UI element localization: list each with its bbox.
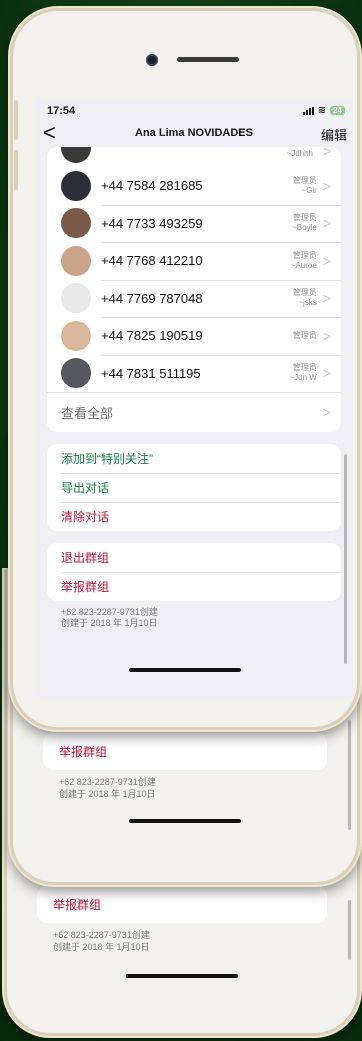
member-phone: +44 7825 190519 [101, 328, 203, 344]
member-role: 管理员 ~Boyle [292, 213, 317, 233]
chevron-right-icon: > [322, 290, 331, 307]
role-label: 管理员 [292, 330, 317, 340]
phone-front: 17:54 ≋ 24 < Ana Lima NOVIDADES 编辑 ~Jdhh… [10, 8, 360, 730]
side-button [14, 100, 18, 140]
chevron-right-icon: > [322, 404, 331, 420]
actions-card-1: 添加到“特别关注” 导出对话 清除对话 [47, 444, 341, 531]
member-row[interactable]: +44 7584 281685 管理员 ~Gir > [47, 167, 341, 205]
member-phone: +44 7768 412210 [101, 253, 203, 269]
echo-3-created-on: 创建于 2018 年 1月10日 [53, 942, 150, 952]
echo-3-home-indicator [126, 974, 238, 978]
member-phone: +44 7769 787048 [101, 290, 203, 306]
member-name: ~Boyle [292, 223, 317, 233]
echo-3-creator: +62 823-2287-9731创建 [53, 930, 150, 940]
avatar [61, 208, 91, 239]
edit-button[interactable]: 编辑 [321, 125, 347, 144]
echo-2-report-button[interactable]: 举报群组 [43, 733, 327, 770]
action-button[interactable]: 举报群组 [47, 572, 341, 601]
member-name: ~Jun W [289, 373, 317, 383]
avatar [61, 283, 91, 314]
echo-3-report-label: 举报群组 [53, 898, 102, 912]
nav-bar: < Ana Lima NOVIDADES 编辑 [35, 121, 353, 147]
role-label: 管理员 [292, 175, 317, 185]
battery-icon: 24 [330, 106, 345, 115]
created-on-text: 创建于 2018 年 1月10日 [61, 618, 158, 628]
echo-2-scrollbar [348, 720, 351, 830]
echo-3-scrollbar [348, 900, 351, 960]
echo-2-creator: +62 823-2287-9731创建 [59, 777, 156, 787]
phone-bezel [13, 11, 357, 99]
echo-2-home-indicator [129, 819, 241, 823]
avatar [61, 320, 91, 351]
echo-2-report-label: 举报群组 [59, 745, 108, 759]
echo-2-footer: +62 823-2287-9731创建 创建于 2018 年 1月10日 [43, 776, 327, 800]
member-row[interactable]: +44 7768 412210 管理员 ~Auroe > [47, 242, 341, 280]
home-indicator [129, 668, 241, 672]
action-button[interactable]: 添加到“特别关注” [47, 444, 341, 473]
creator-text: +62 823-2287-9731创建 [61, 607, 158, 617]
member-role: 管理员 ~jsks [293, 288, 317, 308]
role-label: 管理员 [292, 250, 317, 260]
member-list: +44 7584 281685 管理员 ~Gir > +44 7733 493259 管理… [47, 167, 341, 392]
member-row[interactable]: +44 7825 190519 管理员 > [47, 317, 341, 355]
role-label: 管理员 [292, 288, 317, 298]
echo-2-created-on: 创建于 2018 年 1月10日 [59, 789, 156, 799]
screen: 17:54 ≋ 24 < Ana Lima NOVIDADES 编辑 ~Jdhh… [35, 99, 353, 699]
see-all-button[interactable]: 查看全部 > [47, 392, 341, 432]
member-role: 管理员 ~Gir [293, 176, 317, 196]
echo-3-footer: +62 823-2287-9731创建 创建于 2018 年 1月10日 [37, 929, 327, 953]
status-icons: ≋ 24 [302, 105, 345, 116]
chevron-right-icon: > [322, 215, 331, 232]
actions-card-2: 退出群组 举报群组 [47, 543, 341, 601]
avatar [61, 147, 91, 163]
role-label: 管理员 [292, 213, 317, 223]
group-info-footer: +62 823-2287-9731创建 创建于 2018 年 1月10日 [35, 607, 353, 629]
member-role: 管理员 [293, 331, 317, 341]
member-row[interactable]: +44 7769 787048 管理员 ~jsks > [47, 279, 341, 318]
echo-2-content: 举报群组 +62 823-2287-9731创建 创建于 2018 年 1月10… [43, 733, 327, 800]
action-button[interactable]: 清除对话 [47, 502, 341, 531]
member-row[interactable]: +44 7733 493259 管理员 ~Boyle > [47, 204, 341, 243]
avatar [61, 358, 91, 389]
member-phone: +44 7733 493259 [101, 215, 203, 231]
chevron-right-icon: > [322, 177, 331, 194]
members-card: ~Jdhhh > +44 7584 281685 管理员 ~Gir > +44 7733… [47, 147, 341, 432]
wifi-icon: ≋ [317, 105, 327, 116]
role-label: 管理员 [292, 363, 317, 373]
scrollbar[interactable] [344, 454, 347, 664]
chevron-right-icon: > [322, 365, 331, 382]
member-phone: +44 7831 511195 [101, 365, 201, 381]
echo-3-report-button[interactable]: 举报群组 [37, 886, 327, 923]
earpiece-speaker [177, 57, 239, 62]
side-button [14, 150, 18, 190]
action-button[interactable]: 导出对话 [47, 473, 341, 502]
action-button[interactable]: 退出群组 [47, 543, 341, 572]
signal-icon [302, 106, 314, 115]
avatar [61, 170, 91, 201]
member-name: ~Auroe [290, 260, 317, 270]
echo-3-content: 举报群组 +62 823-2287-9731创建 创建于 2018 年 1月10… [37, 886, 327, 953]
member-name: ~Jdhhh [286, 149, 313, 158]
member-row-partial[interactable]: ~Jdhhh > [47, 147, 341, 167]
front-camera-icon [146, 54, 158, 66]
chevron-right-icon: > [322, 327, 331, 344]
see-all-label: 查看全部 [61, 405, 114, 421]
avatar [61, 245, 91, 276]
member-phone: +44 7584 281685 [101, 178, 203, 194]
chevron-right-icon: > [322, 147, 331, 159]
member-name: ~Gir [301, 185, 317, 195]
member-name: ~jsks [298, 298, 317, 308]
chevron-right-icon: > [322, 252, 331, 269]
status-bar: 17:54 ≋ 24 [35, 99, 353, 121]
status-time: 17:54 [47, 105, 76, 117]
member-row[interactable]: +44 7831 511195 管理员 ~Jun W > [47, 354, 341, 393]
member-role: 管理员 ~Auroe [291, 251, 317, 271]
page-title: Ana Lima NOVIDADES [135, 127, 253, 139]
member-role: 管理员 ~Jun W [289, 363, 316, 383]
